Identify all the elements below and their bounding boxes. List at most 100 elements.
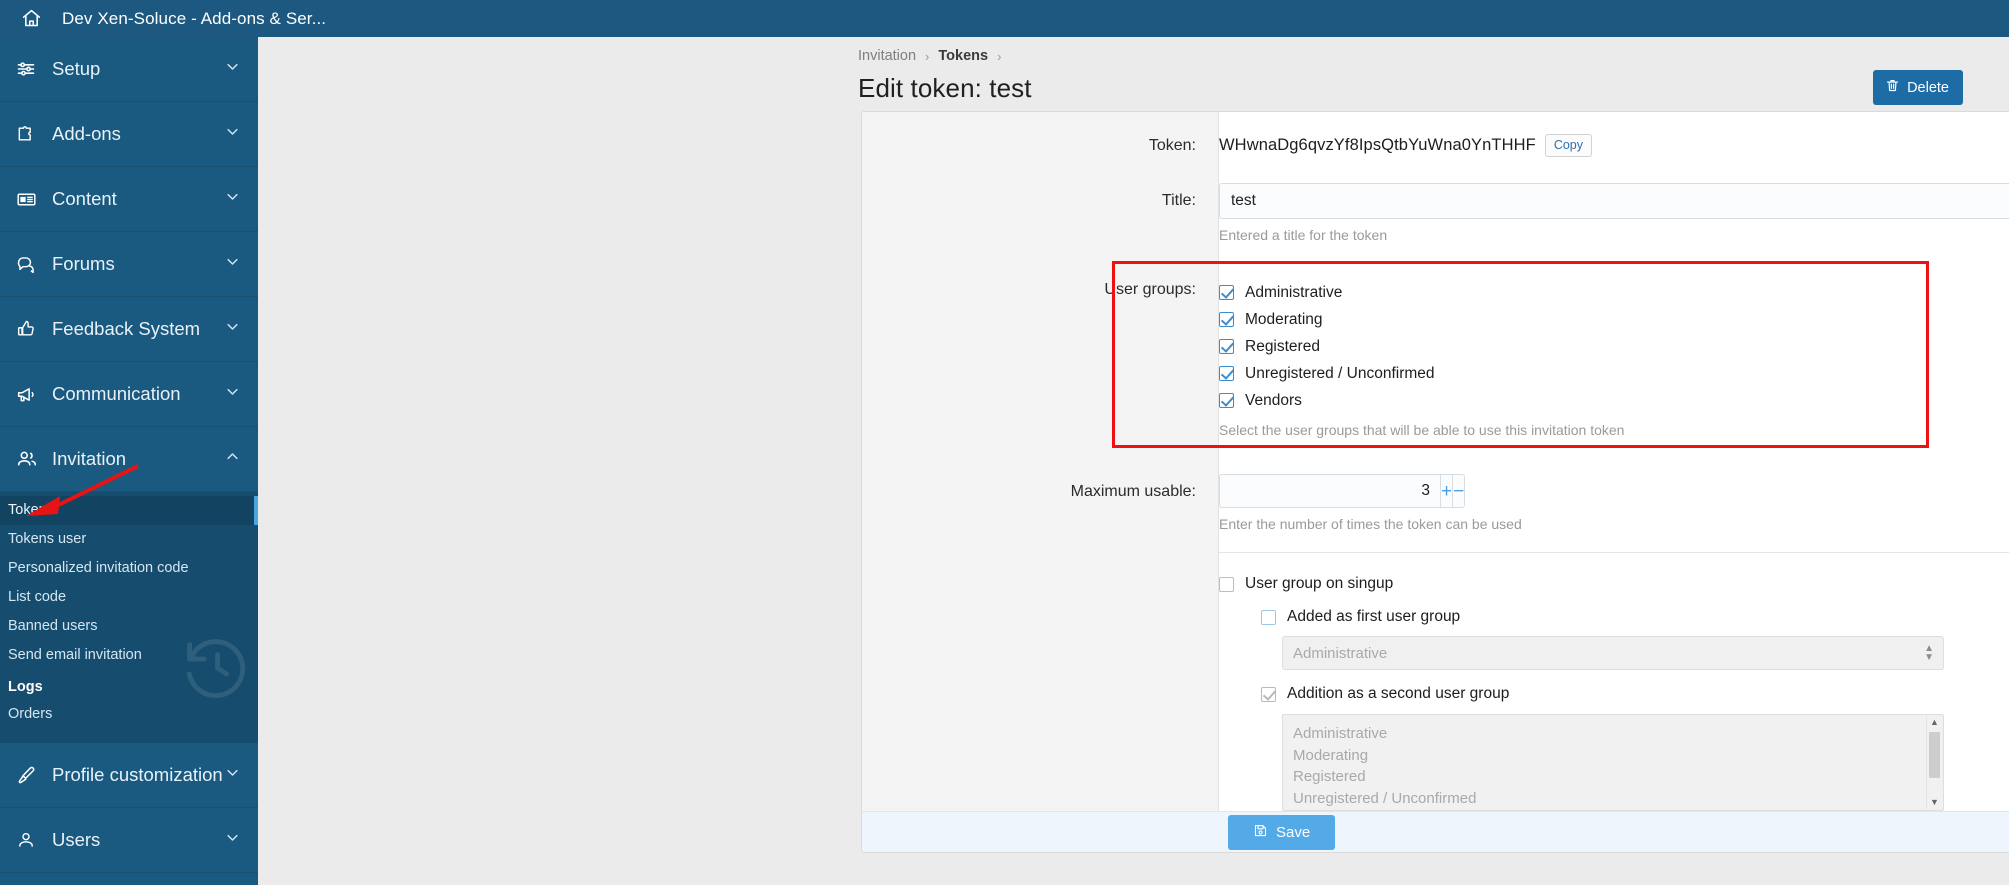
- addition-as-second-user-group-toggle[interactable]: Addition as a second user group: [1261, 685, 2009, 703]
- sidebar-subitem-label: Orders: [8, 706, 53, 722]
- sidebar-subitem-label: Tokens user: [8, 531, 87, 547]
- sidebar-item-content[interactable]: Content: [0, 167, 258, 232]
- added-as-first-user-group-toggle[interactable]: Added as first user group: [1261, 608, 2009, 626]
- chevron-down-icon: [225, 59, 240, 79]
- quantity-stepper[interactable]: + −: [1219, 474, 1466, 508]
- breadcrumb-separator-icon: ›: [997, 48, 1002, 64]
- delete-button-label: Delete: [1907, 79, 1949, 96]
- user-group-on-signup-toggle[interactable]: User group on singup: [1219, 575, 2009, 593]
- breadcrumb-separator-icon: ›: [925, 48, 930, 64]
- sidebar-item-add-ons[interactable]: Add-ons: [0, 102, 258, 167]
- maximum-usable-hint: Enter the number of times the token can …: [1219, 516, 1522, 532]
- chevron-down-icon: [225, 189, 240, 209]
- token-row: Token: WHwnaDg6qvzYf8IpsQtbYuWna0YnTHHF …: [862, 112, 2009, 157]
- brush-icon: [16, 765, 46, 786]
- checkbox-icon[interactable]: [1219, 312, 1234, 327]
- list-item[interactable]: Unregistered / Unconfirmed: [1293, 788, 1943, 810]
- title-input[interactable]: [1219, 183, 2009, 219]
- scroll-up-arrow-icon[interactable]: ▲: [1927, 716, 1942, 729]
- sidebar-subitem-label: Personalized invitation code: [8, 560, 189, 576]
- user-group-option-registered[interactable]: Registered: [1219, 333, 2009, 360]
- sliders-icon: [16, 59, 46, 79]
- save-button-label: Save: [1276, 823, 1311, 841]
- sidebar-item-list-code[interactable]: List code: [0, 583, 258, 612]
- breadcrumb-item-invitation[interactable]: Invitation: [858, 48, 916, 64]
- sidebar-subitem-label: Send email invitation: [8, 647, 142, 663]
- title-hint: Entered a title for the token: [1219, 227, 1388, 243]
- copy-token-button[interactable]: Copy: [1544, 134, 1593, 157]
- sidebar-item-banned-users[interactable]: Banned users: [0, 612, 258, 641]
- sidebar-item-label: Invitation: [52, 448, 127, 469]
- home-icon[interactable]: [0, 8, 62, 29]
- delete-button[interactable]: Delete: [1873, 70, 1963, 105]
- scrollbar-thumb[interactable]: [1929, 732, 1940, 778]
- sidebar-item-label: Users: [52, 829, 101, 850]
- sidebar-item-label: Content: [52, 188, 117, 209]
- breadcrumb-item-tokens[interactable]: Tokens: [938, 48, 988, 64]
- sidebar-item-orders[interactable]: Orders: [0, 700, 258, 729]
- user-group-option-unregistered-unconfirmed[interactable]: Unregistered / Unconfirmed: [1219, 360, 2009, 387]
- user-group-option-moderating[interactable]: Moderating: [1219, 306, 2009, 333]
- multiselect-scrollbar[interactable]: ▲ ▼: [1926, 716, 1942, 809]
- sidebar-item-send-email-invitation[interactable]: Send email invitation: [0, 641, 258, 670]
- user-groups-field: Administrative Moderating Registered Unr…: [1219, 279, 2009, 438]
- scroll-down-arrow-icon[interactable]: ▼: [1927, 796, 1942, 809]
- sidebar-item-invitation[interactable]: Invitation: [0, 427, 258, 492]
- second-user-group-multiselect[interactable]: Administrative Moderating Registered Unr…: [1282, 714, 1944, 811]
- user-group-option-administrative[interactable]: Administrative: [1219, 279, 2009, 306]
- sidebar[interactable]: Setup Add-ons Content Forums Feedback Sy…: [0, 37, 258, 885]
- checkbox-icon[interactable]: [1261, 609, 1276, 625]
- page-title: Edit token: test: [858, 73, 1032, 103]
- sidebar-item-tokens-user[interactable]: Tokens user: [0, 525, 258, 554]
- maximum-usable-row: Maximum usable: + − Enter the number of …: [862, 452, 2009, 552]
- sidebar-item-communication[interactable]: Communication: [0, 362, 258, 427]
- user-groups-label: User groups:: [1104, 281, 1196, 298]
- sidebar-item-forums[interactable]: Forums: [0, 232, 258, 297]
- list-item[interactable]: Registered: [1293, 766, 1943, 788]
- app-title: Dev Xen-Soluce - Add-ons & Ser...: [62, 8, 327, 28]
- sidebar-item-feedback-system[interactable]: Feedback System: [0, 297, 258, 362]
- increment-button[interactable]: +: [1440, 474, 1453, 508]
- chevron-down-icon: [225, 319, 240, 339]
- sidebar-item-setup[interactable]: Setup: [0, 37, 258, 102]
- checkbox-icon[interactable]: [1219, 285, 1234, 300]
- sidebar-item-personalized-invitation-code[interactable]: Personalized invitation code: [0, 554, 258, 583]
- checkbox-icon[interactable]: [1219, 576, 1234, 592]
- decrement-button[interactable]: −: [1452, 474, 1466, 508]
- maximum-usable-input[interactable]: [1219, 474, 1440, 508]
- token-field: WHwnaDg6qvzYf8IpsQtbYuWna0YnTHHF Copy: [1219, 134, 2009, 157]
- sidebar-item-label: Profile customization: [52, 764, 223, 785]
- checkbox-icon[interactable]: [1219, 339, 1234, 354]
- checkbox-icon[interactable]: [1219, 366, 1234, 381]
- sidebar-subitem-label: List code: [8, 589, 67, 605]
- user-groups-row: User groups: Administrative Moderating R…: [862, 261, 2009, 452]
- puzzle-icon: [16, 124, 46, 144]
- chevron-down-icon: [225, 830, 240, 850]
- sidebar-item-users[interactable]: Users: [0, 808, 258, 873]
- sidebar-subitem-label: Tokens: [8, 502, 54, 518]
- form-body: Token: WHwnaDg6qvzYf8IpsQtbYuWna0YnTHHF …: [862, 112, 2009, 836]
- sidebar-item-profile-customization[interactable]: Profile customization: [0, 743, 258, 808]
- token-label: Token:: [1148, 137, 1196, 154]
- chevron-up-icon: [225, 449, 240, 469]
- sidebar-item-tokens[interactable]: Tokens: [0, 496, 258, 525]
- breadcrumb: Invitation › Tokens ›: [858, 48, 1001, 64]
- save-button[interactable]: Save: [1228, 814, 1336, 850]
- list-item[interactable]: Administrative: [1293, 723, 1943, 745]
- top-bar: Dev Xen-Soluce - Add-ons & Ser...: [0, 0, 2009, 37]
- first-user-group-select[interactable]: Administrative ▲ ▼: [1282, 636, 1944, 670]
- addition-as-second-user-group-label: Addition as a second user group: [1287, 685, 1510, 702]
- chevron-updown-icon: ▲ ▼: [1924, 643, 1934, 663]
- title-row: Title: Entered a title for the token: [862, 157, 2009, 243]
- user-groups-block: User groups: Administrative Moderating R…: [862, 261, 2009, 452]
- title-label: Title:: [1161, 192, 1196, 209]
- user-group-option-label: Administrative: [1245, 283, 1343, 301]
- list-item[interactable]: Moderating: [1293, 745, 1943, 767]
- checkbox-icon[interactable]: [1261, 686, 1276, 702]
- user-group-option-vendors[interactable]: Vendors: [1219, 387, 2009, 414]
- sidebar-item-label: Forums: [52, 253, 115, 274]
- thumbs-up-icon: [16, 319, 46, 339]
- user-group-option-label: Unregistered / Unconfirmed: [1245, 364, 1435, 382]
- user-group-on-signup-label: User group on singup: [1245, 575, 1394, 592]
- checkbox-icon[interactable]: [1219, 393, 1234, 408]
